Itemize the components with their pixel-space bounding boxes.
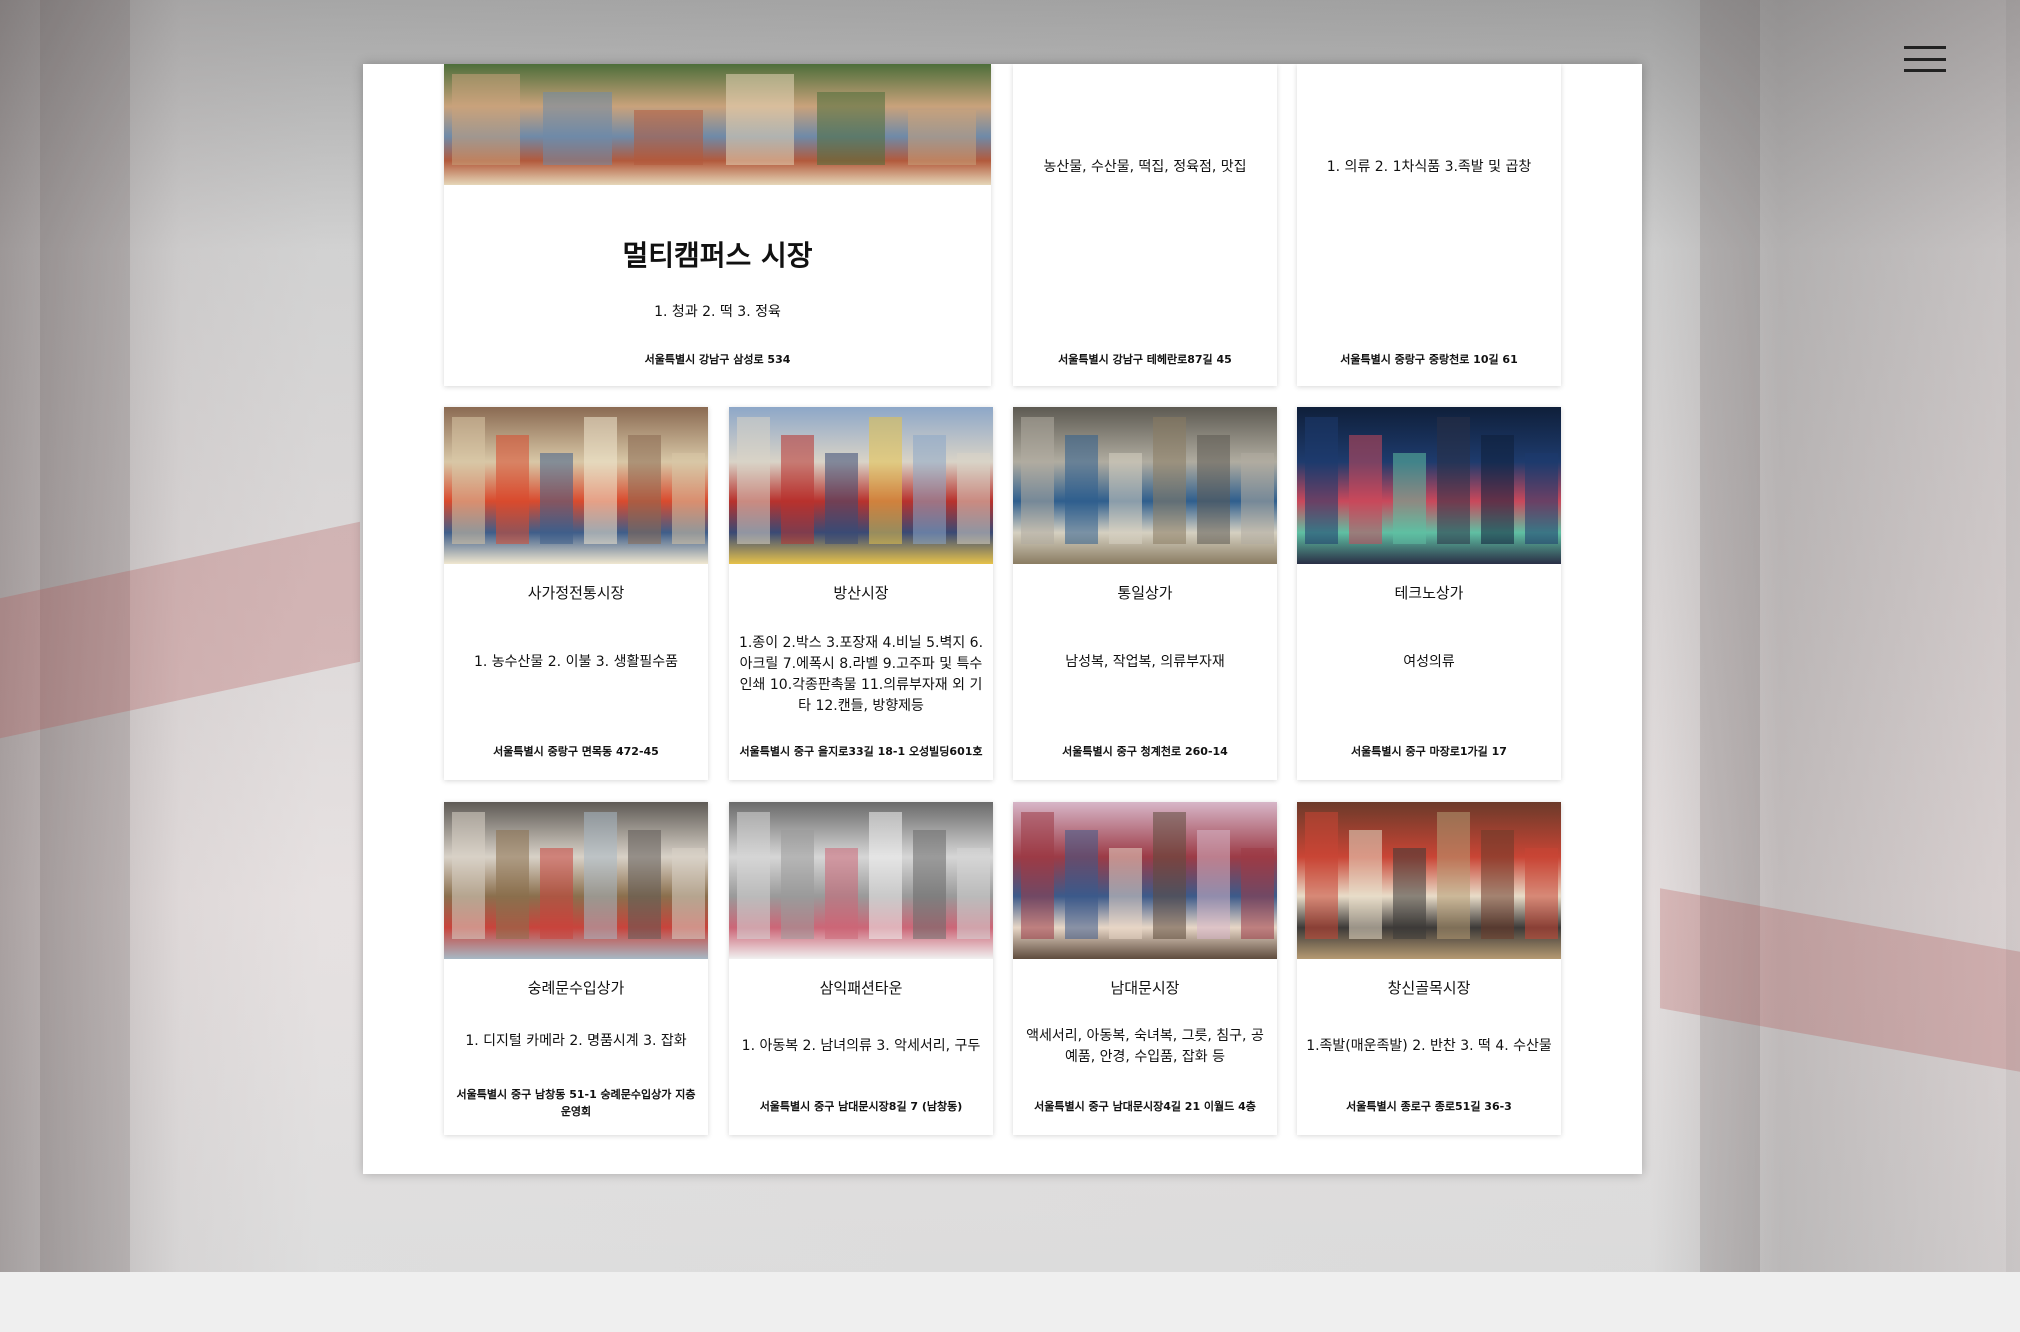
- market-card[interactable]: 숭례문수입상가 1. 디지털 카메라 2. 명품시계 3. 잡화서울특별시 중구 …: [444, 802, 708, 1135]
- market-address: 서울특별시 중구 남대문시장4길 21 이월드 4층: [1034, 1100, 1256, 1113]
- market-address: 서울특별시 종로구 종로51길 36-3: [1346, 1100, 1512, 1113]
- market-name: 남대문시장: [1110, 979, 1180, 997]
- scrollbar[interactable]: [2006, 0, 2020, 1272]
- market-card[interactable]: 멀티캠퍼스 시장 1. 청과 2. 떡 3. 정육서울특별시 강남구 삼성로 53…: [444, 64, 991, 386]
- market-items: 1. 디지털 카메라 2. 명품시계 3. 잡화: [465, 1033, 687, 1049]
- market-name: 멀티캠퍼스 시장: [622, 239, 813, 272]
- market-items: 액세서리, 아동복, 숙녀복, 그릇, 침구, 공예품, 안경, 수입품, 잡화…: [1026, 1028, 1264, 1065]
- market-card[interactable]: 삼익패션타운 1. 아동복 2. 남녀의류 3. 악세서리, 구두서울특별시 중구…: [729, 802, 993, 1135]
- market-card[interactable]: 남대문시장액세서리, 아동복, 숙녀복, 그릇, 침구, 공예품, 안경, 수입…: [1013, 802, 1277, 1135]
- market-photo: [729, 407, 993, 564]
- market-card[interactable]: 사가정전통시장 1. 농수산물 2. 이불 3. 생활필수품서울특별시 중랑구 면…: [444, 407, 708, 780]
- market-name: 테크노상가: [1394, 584, 1464, 602]
- market-photo: [444, 64, 991, 185]
- market-address: 서울특별시 중구 청계천로 260-14: [1062, 745, 1228, 758]
- market-photo: [729, 802, 993, 959]
- market-items: 1. 농수산물 2. 이불 3. 생활필수품: [473, 654, 678, 670]
- market-photo: [444, 802, 708, 959]
- market-address: 서울특별시 중랑구 면목동 472-45: [493, 745, 659, 758]
- market-card[interactable]: 테크노상가여성의류서울특별시 중구 마장로1가길 17: [1297, 407, 1561, 780]
- market-name: 사가정전통시장: [527, 584, 625, 602]
- market-name: 창신골목시장: [1387, 979, 1471, 997]
- market-photo: [1013, 802, 1277, 959]
- market-address: 서울특별시 중랑구 중랑천로 10길 61: [1340, 353, 1518, 366]
- market-name: 숭례문수입상가: [527, 979, 625, 997]
- market-items: 농산물, 수산물, 떡집, 정육점, 맛집: [1043, 159, 1247, 175]
- market-card[interactable]: 통일상가남성복, 작업복, 의류부자재서울특별시 중구 청계천로 260-14: [1013, 407, 1277, 780]
- market-items: 여성의류: [1403, 654, 1455, 670]
- market-card[interactable]: 농산물, 수산물, 떡집, 정육점, 맛집서울특별시 강남구 테헤란로87길 4…: [1013, 64, 1277, 386]
- market-address: 서울특별시 강남구 삼성로 534: [644, 353, 791, 366]
- market-photo: [1297, 802, 1561, 959]
- hamburger-menu-icon[interactable]: [1904, 46, 1946, 72]
- market-photo: [1297, 407, 1561, 564]
- market-name: 통일상가: [1117, 584, 1173, 602]
- market-address: 서울특별시 강남구 테헤란로87길 45: [1058, 353, 1232, 366]
- market-name: 삼익패션타운: [819, 979, 903, 997]
- market-list-panel: 멀티캠퍼스 시장 1. 청과 2. 떡 3. 정육서울특별시 강남구 삼성로 53…: [363, 64, 1642, 1174]
- market-card[interactable]: 1. 의류 2. 1차식품 3.족발 및 곱창서울특별시 중랑구 중랑천로 10…: [1297, 64, 1561, 386]
- market-address: 서울특별시 중구 마장로1가길 17: [1351, 745, 1507, 758]
- market-items: 1.종이 2.박스 3.포장재 4.비닐 5.벽지 6.아크릴 7.에폭시 8.…: [738, 635, 984, 714]
- market-photo: [444, 407, 708, 564]
- market-name: 방산시장: [833, 584, 889, 602]
- market-items: 1. 아동복 2. 남녀의류 3. 악세서리, 구두: [741, 1038, 981, 1054]
- market-photo: [1013, 407, 1277, 564]
- market-card[interactable]: 방산시장 1.종이 2.박스 3.포장재 4.비닐 5.벽지 6.아크릴 7.에폭…: [729, 407, 993, 780]
- market-address: 서울특별시 중구 을지로33길 18-1 오성빌딩601호: [739, 745, 983, 758]
- market-items: 1. 의류 2. 1차식품 3.족발 및 곱창: [1326, 159, 1532, 175]
- market-items: 1.족발(매운족발) 2. 반찬 3. 떡 4. 수산물: [1306, 1038, 1552, 1054]
- market-items: 1. 청과 2. 떡 3. 정육: [654, 304, 781, 320]
- market-card[interactable]: 창신골목시장 1.족발(매운족발) 2. 반찬 3. 떡 4. 수산물서울특별시 …: [1297, 802, 1561, 1135]
- market-items: 남성복, 작업복, 의류부자재: [1065, 654, 1225, 670]
- market-address: 서울특별시 중구 남창동 51-1 숭례문수입상가 지층 운영회: [456, 1088, 696, 1118]
- market-address: 서울특별시 중구 남대문시장8길 7 (남창동): [759, 1100, 963, 1113]
